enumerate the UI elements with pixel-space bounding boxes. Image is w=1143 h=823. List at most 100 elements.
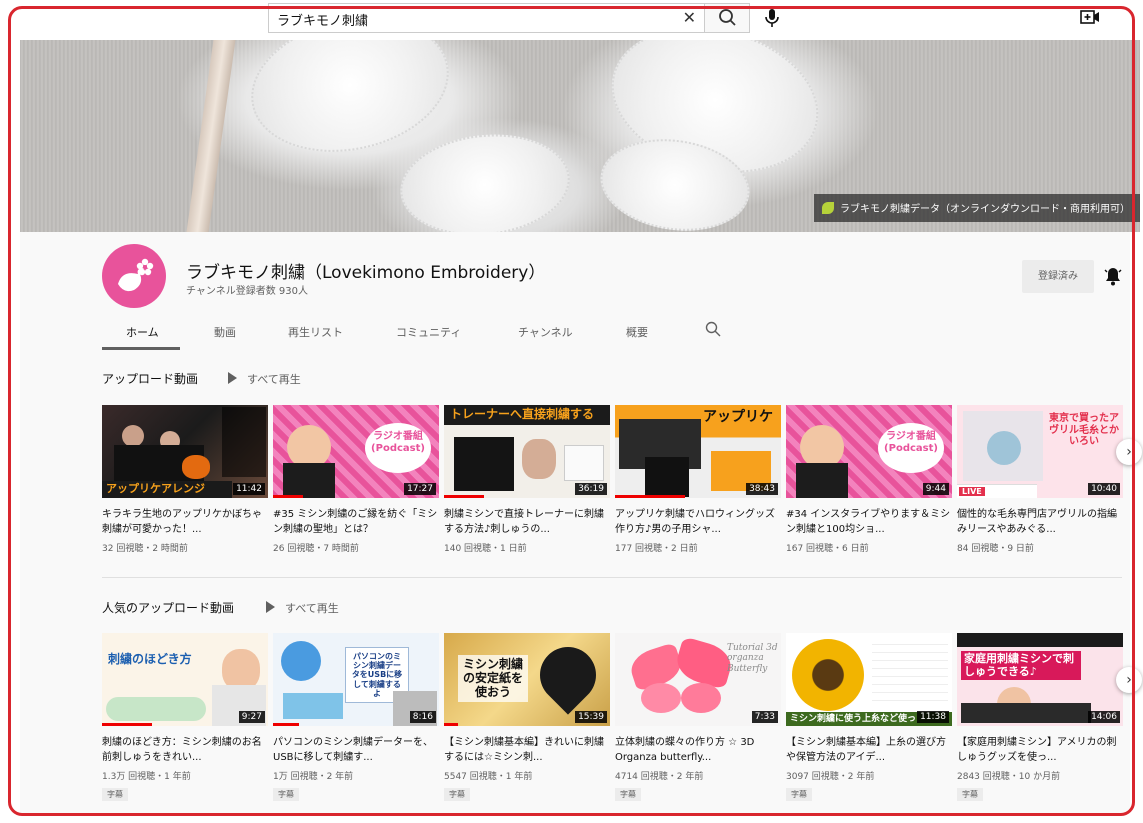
thumbnail-caption: ミシン刺繍の安定紙を使おう	[458, 655, 528, 703]
shelf-next-button[interactable]: ›	[1116, 667, 1142, 693]
watch-progress	[273, 495, 303, 498]
video-thumbnail[interactable]: アップリケ 38:43	[615, 405, 781, 498]
search-icon	[719, 9, 736, 26]
thumbnail-caption: ラジオ番組(Podcast)	[878, 423, 944, 473]
search-icon	[705, 321, 721, 337]
video-title[interactable]: キラキラ生地のアップリケかぼちゃ刺繍が可愛かった！...	[102, 507, 268, 537]
close-icon[interactable]: ✕	[683, 8, 696, 27]
channel-search-button[interactable]	[704, 320, 722, 338]
video-card[interactable]: ラジオ番組(Podcast) 17:27 #35 ミシン刺繍のご縁を紡ぐ「ミシン…	[273, 405, 439, 554]
mic-button[interactable]	[760, 6, 784, 30]
search-input[interactable]: ラブキモノ刺繍 ✕	[268, 3, 704, 33]
video-meta: 1.3万 回視聴・1 年前	[102, 772, 191, 782]
video-card[interactable]: 刺繍のほどき方 9:27 刺繍のほどき方：ミシン刺繍のお名前刺しゅうをきれい..…	[102, 633, 268, 801]
video-thumbnail[interactable]: ラジオ番組(Podcast) 17:27	[273, 405, 439, 498]
thumbnail-caption: アップリケアレンジ	[102, 481, 232, 498]
banner-lace-wing	[238, 40, 462, 170]
channel-header: ラブキモノ刺繍（Lovekimono Embroidery） チャンネル登録者数…	[20, 232, 1130, 350]
video-title[interactable]: 【ミシン刺繍基本編】上糸の選び方や保管方法のアイデ...	[786, 735, 952, 765]
video-card[interactable]: アップリケ 38:43 アップリケ刺繍でハロウィングッズ作り方♪男の子用シャ..…	[615, 405, 781, 554]
video-title[interactable]: アップリケ刺繍でハロウィングッズ作り方♪男の子用シャ...	[615, 507, 781, 537]
play-all-popular[interactable]: すべて再生	[266, 600, 339, 616]
bird-flower-logo-icon	[118, 258, 154, 292]
chevron-right-icon: ›	[1126, 444, 1132, 460]
video-card[interactable]: Tutorial 3d organza Butterfly 7:33 立体刺繍の…	[615, 633, 781, 801]
video-title[interactable]: 刺繍のほどき方：ミシン刺繍のお名前刺しゅうをきれい...	[102, 735, 268, 765]
youtube-channel-page: ラブキモノ刺繍 ✕ ラブキモノ刺繍データ（オンラインダウンロード・商用利用可）	[0, 0, 1143, 823]
shelf-divider	[102, 577, 1122, 578]
top-bar: ラブキモノ刺繍 ✕	[20, 0, 1140, 40]
video-title[interactable]: #34 インスタライブやります＆ミシン刺繍と100均ショ...	[786, 507, 952, 537]
subscriber-count: チャンネル登録者数 930人	[186, 286, 308, 297]
watch-progress	[102, 723, 152, 726]
video-title[interactable]: 【ミシン刺繍基本編】きれいに刺繍するには☆ミシン刺...	[444, 735, 610, 765]
video-title[interactable]: 立体刺繍の蝶々の作り方 ☆ 3D Organza butterfly...	[615, 735, 781, 765]
video-thumbnail[interactable]: トレーナーへ直接刺繍する 36:19	[444, 405, 610, 498]
thumbnail-caption: 家庭用刺繍ミシンで刺しゅうできる♪	[961, 651, 1081, 681]
video-thumbnail[interactable]: Tutorial 3d organza Butterfly 7:33	[615, 633, 781, 726]
video-thumbnail[interactable]: ミシン刺繍に使う上糸など使っ 11:38	[786, 633, 952, 726]
video-title[interactable]: #35 ミシン刺繍のご縁を紡ぐ「ミシン刺繍の聖地」とは？	[273, 507, 439, 537]
video-card[interactable]: パソコンのミシン刺繍データをUSBに移して刺繍するよ 8:16 パソコンのミシン…	[273, 633, 439, 801]
video-meta: 140 回視聴・1 日前	[444, 544, 527, 554]
thumbnail-caption: トレーナーへ直接刺繍する	[444, 405, 610, 425]
video-title[interactable]: 【家庭用刺繍ミシン】アメリカの刺しゅうグッズを使っ...	[957, 735, 1123, 765]
video-title[interactable]: パソコンのミシン刺繍データーを、USBに移して刺繍す...	[273, 735, 439, 765]
video-duration: 11:42	[233, 483, 265, 495]
banner-link-text: ラブキモノ刺繍データ（オンラインダウンロード・商用利用可）	[840, 204, 1130, 215]
shelf-next-button[interactable]: ›	[1116, 439, 1142, 465]
video-thumbnail[interactable]: アップリケアレンジ 11:42	[102, 405, 268, 498]
video-meta: 167 回視聴・6 日前	[786, 544, 869, 554]
create-video-button[interactable]	[1080, 8, 1100, 26]
subtitles-badge: 字幕	[615, 788, 641, 801]
avatar[interactable]	[102, 244, 166, 308]
thumbnail-caption: 刺繍のほどき方	[108, 652, 192, 666]
tab-videos[interactable]: 動画	[214, 324, 236, 340]
video-card[interactable]: ミシン刺繍の安定紙を使おう 15:39 【ミシン刺繍基本編】きれいに刺繍するには…	[444, 633, 610, 801]
video-duration: 7:33	[751, 711, 778, 723]
thumbnail-caption: 東京で買ったアヴリル毛糸とかいろい	[1049, 413, 1119, 447]
watch-progress	[273, 723, 299, 726]
play-icon	[266, 601, 275, 613]
video-card[interactable]: ラジオ番組(Podcast) 9:44 #34 インスタライブやります＆ミシン刺…	[786, 405, 952, 554]
notification-bell-button[interactable]	[1104, 266, 1122, 286]
video-thumbnail[interactable]: ミシン刺繍の安定紙を使おう 15:39	[444, 633, 610, 726]
tab-home[interactable]: ホーム	[126, 324, 159, 340]
video-card[interactable]: トレーナーへ直接刺繍する 36:19 刺繍ミシンで直接トレーナーに刺繍する方法♪…	[444, 405, 610, 554]
play-all-uploads[interactable]: すべて再生	[228, 371, 301, 387]
video-title[interactable]: 刺繍ミシンで直接トレーナーに刺繍する方法♪刺しゅうの...	[444, 507, 610, 537]
video-thumbnail[interactable]: ラジオ番組(Podcast) 9:44	[786, 405, 952, 498]
video-thumbnail[interactable]: 家庭用刺繍ミシンで刺しゅうできる♪ 14:06	[957, 633, 1123, 726]
video-duration: 9:27	[238, 711, 265, 723]
video-card[interactable]: ミシン刺繍に使う上糸など使っ 11:38 【ミシン刺繍基本編】上糸の選び方や保管…	[786, 633, 952, 801]
banner-link[interactable]: ラブキモノ刺繍データ（オンラインダウンロード・商用利用可）	[814, 194, 1140, 222]
channel-name: ラブキモノ刺繍（Lovekimono Embroidery）	[186, 263, 546, 283]
video-duration: 15:39	[575, 711, 607, 723]
video-thumbnail[interactable]: 東京で買ったアヴリル毛糸とかいろい LIVE 10:40	[957, 405, 1123, 498]
video-meta: 3097 回視聴・2 年前	[786, 772, 875, 782]
subtitles-badge: 字幕	[444, 788, 470, 801]
banner-lace-wing	[395, 126, 575, 232]
tab-channels[interactable]: チャンネル	[518, 324, 573, 340]
video-duration: 14:06	[1088, 711, 1120, 723]
video-thumbnail[interactable]: パソコンのミシン刺繍データをUSBに移して刺繍するよ 8:16	[273, 633, 439, 726]
mic-icon	[765, 9, 779, 27]
video-card[interactable]: アップリケアレンジ 11:42 キラキラ生地のアップリケかぼちゃ刺繍が可愛かった…	[102, 405, 268, 554]
subscribed-button[interactable]: 登録済み	[1022, 260, 1094, 293]
subtitles-badge: 字幕	[786, 788, 812, 801]
video-thumbnail[interactable]: 刺繍のほどき方 9:27	[102, 633, 268, 726]
video-duration: 36:19	[575, 483, 607, 495]
video-card[interactable]: 東京で買ったアヴリル毛糸とかいろい LIVE 10:40 個性的な毛糸専門店アヴ…	[957, 405, 1123, 554]
channel-home-content: アップロード動画 すべて再生 アップリケアレンジ 11:42 キラキラ生地のアッ…	[20, 350, 1142, 813]
video-title[interactable]: 個性的な毛糸専門店アヴリルの指編みリースやあみぐる...	[957, 507, 1123, 537]
search-button[interactable]	[704, 3, 750, 33]
tab-about[interactable]: 概要	[626, 324, 648, 340]
thumbnail-caption: Tutorial 3d organza Butterfly	[727, 643, 778, 674]
watch-progress	[615, 495, 685, 498]
tab-community[interactable]: コミュニティ	[396, 324, 461, 340]
tab-playlists[interactable]: 再生リスト	[288, 324, 343, 340]
thumbnail-caption: アップリケ	[703, 409, 773, 425]
leaf-icon	[822, 202, 834, 214]
video-meta: 32 回視聴・2 時間前	[102, 544, 188, 554]
video-card[interactable]: 家庭用刺繍ミシンで刺しゅうできる♪ 14:06 【家庭用刺繍ミシン】アメリカの刺…	[957, 633, 1123, 801]
